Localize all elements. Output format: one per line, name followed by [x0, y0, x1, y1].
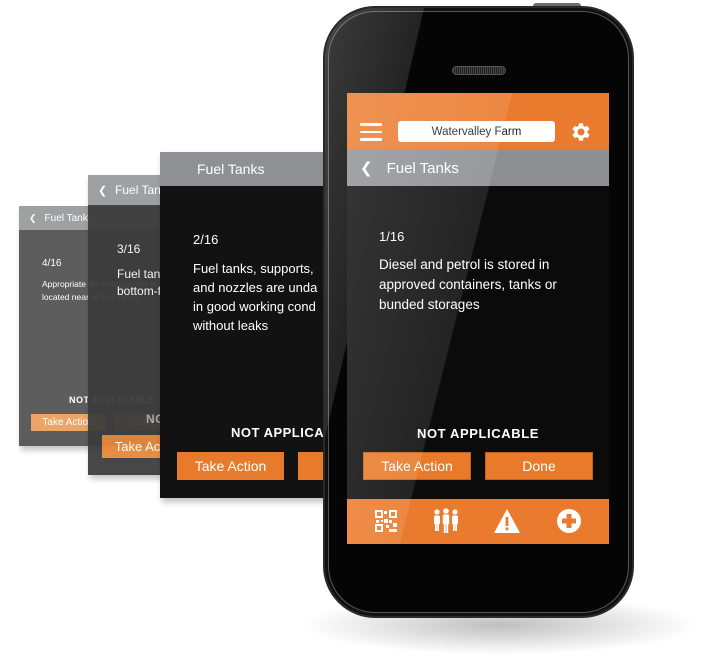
take-action-button[interactable]: Take Action — [363, 452, 471, 480]
gear-icon[interactable] — [569, 120, 593, 144]
back-chevron-icon[interactable]: ❮ — [360, 159, 373, 177]
card-title: Fuel Tanks — [44, 212, 93, 224]
farm-selector[interactable]: Watervalley Farm — [398, 121, 555, 142]
background-card-2: Fuel Tanks 2/16 Fuel tanks, supports, an… — [160, 152, 346, 498]
question-progress: 1/16 — [379, 229, 405, 244]
card-progress: 2/16 — [193, 232, 219, 247]
card-title: Fuel Tanks — [197, 161, 265, 177]
section-header: ❮ Fuel Tanks — [347, 150, 609, 186]
done-button[interactable]: Done — [485, 452, 593, 480]
app-screen: Watervalley Farm ❮ Fuel Tanks 1/16 Diese… — [347, 93, 609, 544]
warning-icon[interactable] — [492, 507, 522, 535]
card-header: Fuel Tanks — [160, 152, 346, 186]
qr-code-icon[interactable] — [371, 507, 401, 535]
hamburger-menu-icon[interactable] — [360, 123, 382, 141]
question-text: Diesel and petrol is stored in approved … — [379, 257, 557, 312]
app-header: Watervalley Farm — [347, 93, 609, 150]
card-progress: 4/16 — [42, 258, 62, 269]
back-chevron-icon: ❮ — [29, 212, 37, 223]
card-progress: 3/16 — [117, 242, 141, 256]
add-circle-icon[interactable] — [554, 507, 584, 535]
bottom-tab-bar — [347, 499, 609, 544]
section-title: Fuel Tanks — [386, 159, 459, 177]
back-chevron-icon: ❮ — [98, 184, 108, 197]
take-action-button: Take Action — [177, 452, 284, 480]
not-applicable-button[interactable]: NOT APPLICABLE — [347, 426, 609, 441]
phone-speaker — [452, 66, 506, 75]
people-icon[interactable] — [431, 507, 461, 535]
